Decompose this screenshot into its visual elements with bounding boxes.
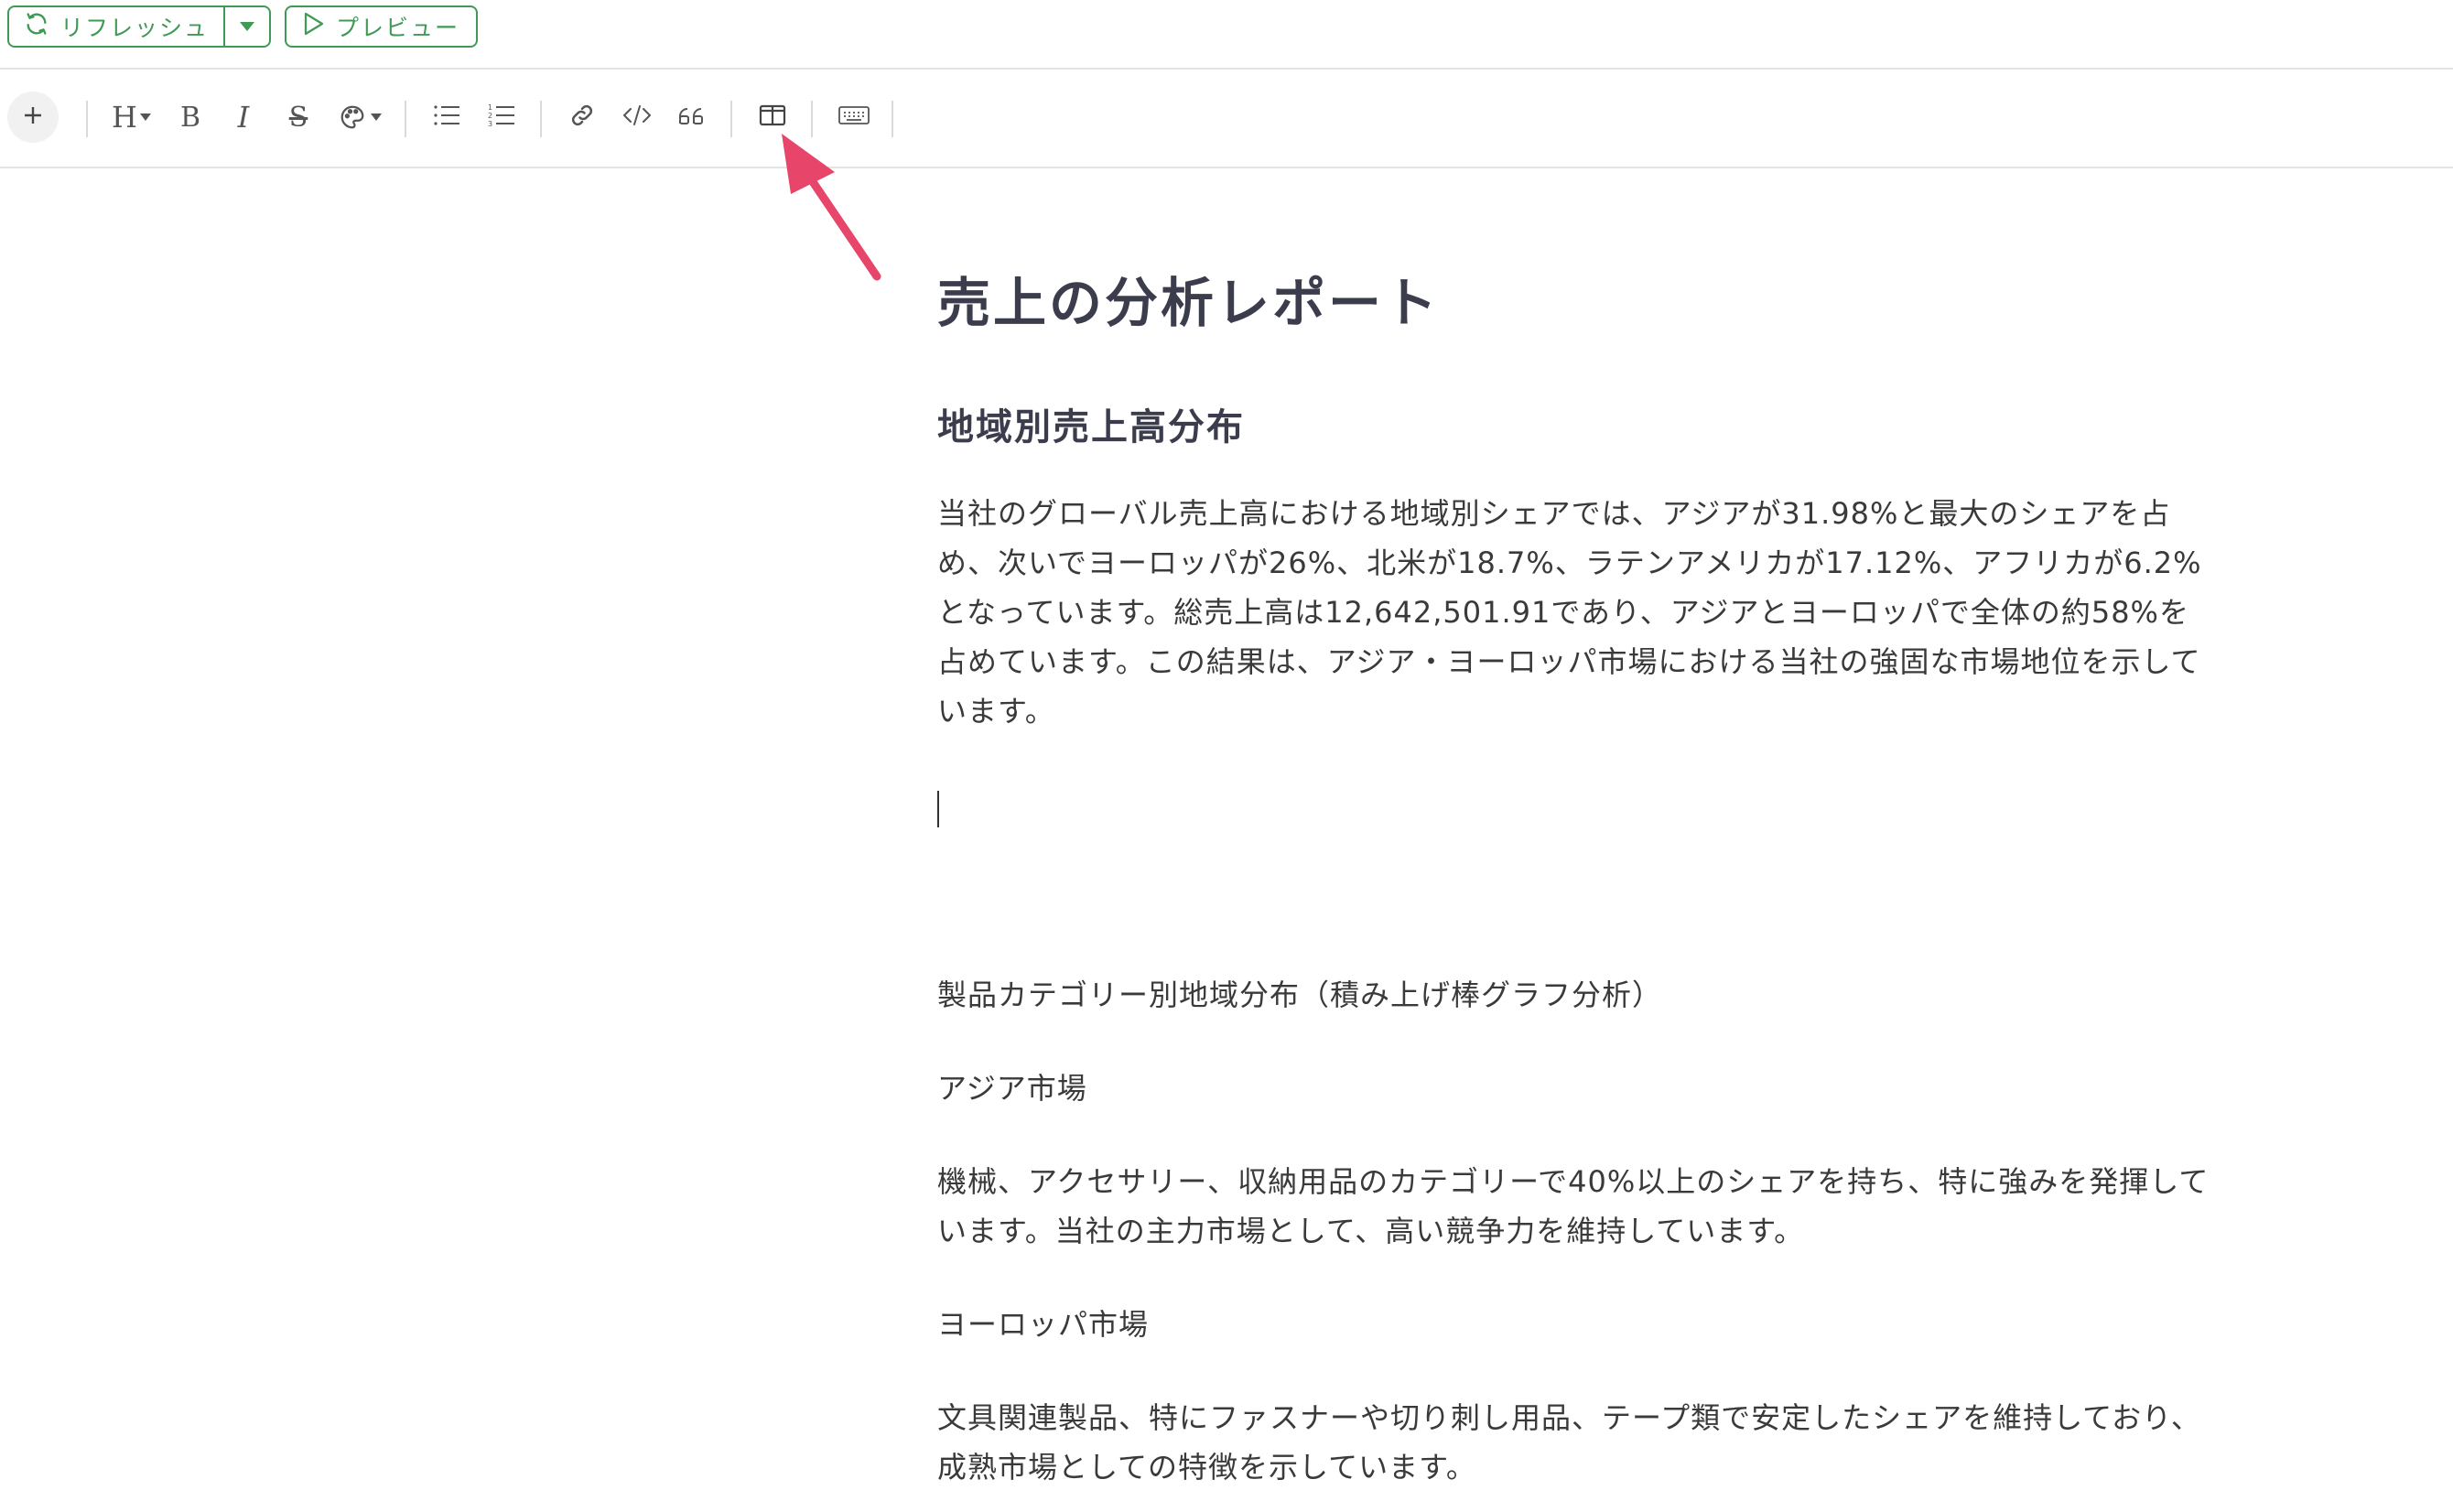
heading-button[interactable]: H [106, 92, 157, 143]
toolbar-separator [86, 101, 88, 137]
heading-icon: H [112, 100, 152, 135]
editor-toolbar: H B I S 1 2 3 [0, 70, 2453, 168]
code-button[interactable] [617, 92, 657, 143]
refresh-button-group: リフレッシュ [7, 5, 272, 48]
asia-market-heading: アジア市場 [937, 1071, 1087, 1106]
keyboard-icon [838, 104, 870, 130]
section-heading-regional-sales: 地域別売上高分布 [937, 406, 1245, 448]
preview-label: プレビュー [336, 15, 460, 41]
italic-button[interactable]: I [225, 92, 262, 143]
svg-text:1: 1 [488, 103, 492, 112]
palette-icon [339, 103, 383, 131]
bold-icon: B [179, 101, 201, 134]
europe-market-paragraph: 文具関連製品、特にファスナーや切り刺し用品、テープ類で安定したシェアを維持してお… [937, 1400, 2201, 1485]
toolbar-separator [730, 101, 732, 137]
heading-glyph: H [112, 100, 137, 135]
bullet-list-icon [433, 103, 460, 131]
svg-text:3: 3 [488, 120, 492, 128]
code-icon [622, 103, 652, 131]
insert-button[interactable] [7, 92, 59, 143]
svg-text:2: 2 [488, 112, 492, 120]
italic-icon: I [237, 100, 250, 135]
refresh-dropdown-button[interactable] [223, 7, 269, 46]
bullet-list-button[interactable] [427, 92, 467, 143]
quote-icon [677, 103, 707, 131]
text-cursor [937, 791, 939, 827]
strikethrough-button[interactable]: S [280, 92, 317, 143]
quote-button[interactable] [672, 92, 712, 143]
action-bar: リフレッシュ プレビュー [0, 0, 2453, 70]
highlight-arrow-icon [769, 128, 897, 287]
plus-icon [23, 105, 43, 129]
play-icon [303, 12, 325, 41]
asia-market-paragraph: 機械、アクセサリー、収納用品のカテゴリーで40%以上のシェアを持ち、特に強みを発… [937, 1164, 2210, 1248]
bold-button[interactable]: B [172, 92, 209, 143]
numbered-list-icon: 1 2 3 [488, 103, 515, 132]
toolbar-separator [405, 101, 406, 137]
toolbar-separator [540, 101, 542, 137]
refresh-icon [24, 11, 49, 42]
link-icon [568, 102, 596, 133]
columns-icon [759, 103, 786, 131]
europe-market-heading: ヨーロッパ市場 [937, 1307, 1150, 1342]
intro-paragraph: 当社のグローバル売上高における地域別シェアでは、アジアが31.98%と最大のシェ… [937, 496, 2202, 729]
document-title: 売上の分析レポート [937, 272, 1441, 334]
numbered-list-button[interactable]: 1 2 3 [481, 92, 522, 143]
caret-down-icon [239, 18, 255, 36]
category-section-paragraph: 製品カテゴリー別地域分布（積み上げ棒グラフ分析） [937, 977, 1663, 1012]
color-button[interactable] [333, 92, 388, 143]
link-button[interactable] [562, 92, 602, 143]
refresh-button[interactable]: リフレッシュ [9, 7, 223, 46]
strikethrough-icon: S [288, 101, 308, 134]
preview-button[interactable]: プレビュー [285, 5, 479, 48]
refresh-label: リフレッシュ [60, 15, 210, 41]
